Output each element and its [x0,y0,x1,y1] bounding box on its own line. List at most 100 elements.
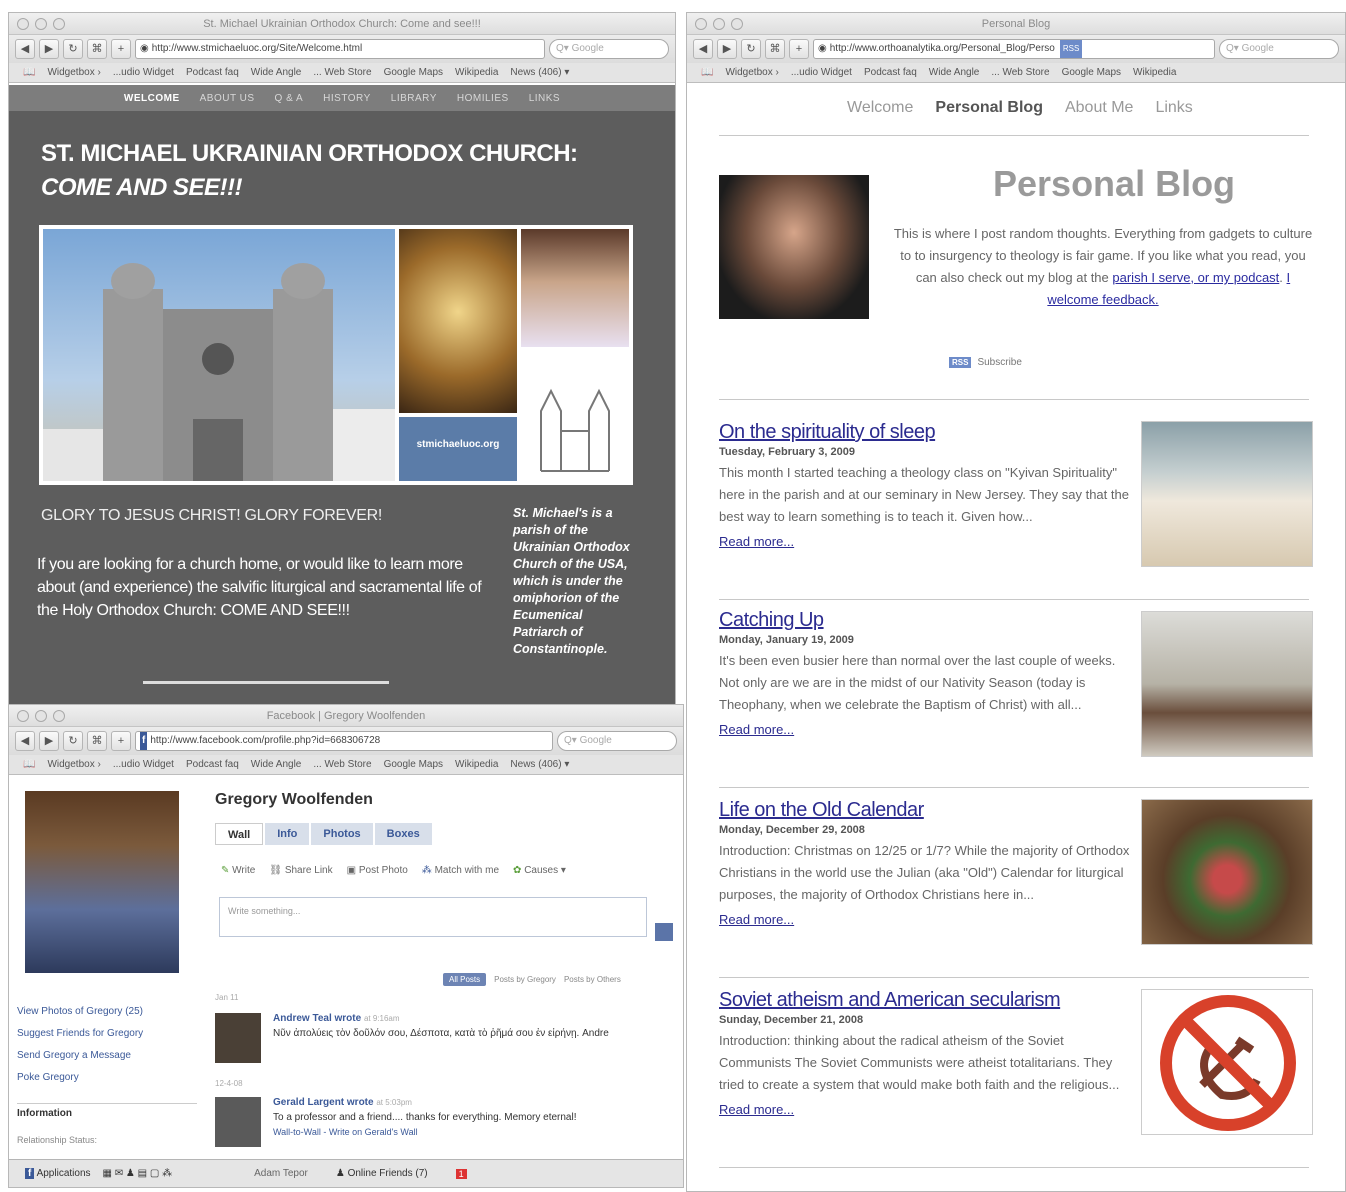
forward-button[interactable]: ▶ [39,39,59,59]
filter-posts-by-others[interactable]: Posts by Others [564,975,621,984]
back-button[interactable]: ◀ [15,731,35,751]
nav-welcome[interactable]: WELCOME [124,93,180,104]
poke-link[interactable]: Poke Gregory [17,1067,143,1089]
post-title-link[interactable]: On the spirituality of sleep [719,421,1131,444]
bookmark-item[interactable]: Wikipedia [455,67,498,78]
nav-links[interactable]: LINKS [529,93,560,104]
add-bookmark-button[interactable]: + [111,731,131,751]
nav-links[interactable]: Links [1155,99,1192,117]
snapback-button[interactable]: ⌘ [87,39,107,59]
snapback-button[interactable]: ⌘ [765,39,785,59]
close-button[interactable] [17,18,29,30]
bookmark-item[interactable]: ... Web Store [991,67,1049,78]
close-button[interactable] [17,710,29,722]
app-shortcut-icons[interactable]: ▦ ✉ ♟ ▤ ▢ ⁂ [103,1168,173,1179]
send-message-link[interactable]: Send Gregory a Message [17,1045,143,1067]
bookmark-item[interactable]: Widgetbox › [47,759,100,770]
write-something-input[interactable]: Write something... [219,897,647,937]
book-icon[interactable]: 📖 [701,67,713,78]
filter-posts-by-gregory[interactable]: Posts by Gregory [494,975,556,984]
suggest-friends-link[interactable]: Suggest Friends for Gregory [17,1023,143,1045]
nav-welcome[interactable]: Welcome [847,99,913,117]
minimize-button[interactable] [35,18,47,30]
bookmark-item[interactable]: ...udio Widget [113,759,174,770]
back-button[interactable]: ◀ [15,39,35,59]
post-title-link[interactable]: Soviet atheism and American secularism [719,989,1131,1012]
add-bookmark-button[interactable]: + [111,39,131,59]
search-field[interactable]: Q▾ Google [549,39,669,59]
match-action[interactable]: ⁂ Match with me [422,865,499,876]
minimize-button[interactable] [35,710,47,722]
advent-wreath-thumbnail[interactable] [1141,799,1313,945]
bookmark-item[interactable]: ...udio Widget [113,67,174,78]
causes-action[interactable]: ✿ Causes ▾ [513,865,566,876]
read-more-link[interactable]: Read more... [719,912,1131,927]
zoom-button[interactable] [731,18,743,30]
bed-thumbnail[interactable] [1141,421,1313,567]
notifications-icon[interactable]: 1 [455,1168,467,1179]
minimize-button[interactable] [713,18,725,30]
bookmark-item[interactable]: ... Web Store [313,759,371,770]
address-bar[interactable]: ◉ http://www.orthoanalytika.org/Personal_… [813,39,1215,59]
read-more-link[interactable]: Read more... [719,534,1131,549]
bookmark-item[interactable]: Podcast faq [864,67,917,78]
applications-menu[interactable]: f Applications [25,1168,91,1179]
bookmark-item[interactable]: ... Web Store [313,67,371,78]
subscribe-link[interactable]: RSS Subscribe [949,357,1022,368]
post-author[interactable]: Andrew Teal wrote at 9:16am [273,1013,609,1024]
no-communism-thumbnail[interactable] [1141,989,1313,1135]
parish-link[interactable]: parish I serve, or my podcast [1112,270,1279,285]
tab-info[interactable]: Info [265,823,310,845]
wall-to-wall-link[interactable]: Wall-to-Wall - Write on Gerald's Wall [273,1127,576,1137]
reload-button[interactable]: ↻ [63,731,83,751]
search-field[interactable]: Q▾ Google [1219,39,1339,59]
nav-about[interactable]: ABOUT US [200,93,255,104]
forward-button[interactable]: ▶ [39,731,59,751]
bookmark-item[interactable]: Wikipedia [455,759,498,770]
post-title-link[interactable]: Catching Up [719,609,1131,632]
post-title-link[interactable]: Life on the Old Calendar [719,799,1131,822]
bookmark-item[interactable]: News (406) ▾ [510,759,569,770]
avatar[interactable] [215,1013,261,1063]
window-controls[interactable] [17,18,65,30]
tab-boxes[interactable]: Boxes [374,823,432,845]
bookmark-item[interactable]: ...udio Widget [791,67,852,78]
back-button[interactable]: ◀ [693,39,713,59]
search-field[interactable]: Q▾ Google [557,731,677,751]
bookmark-item[interactable]: Wikipedia [1133,67,1176,78]
bookmark-item[interactable]: Google Maps [1062,67,1121,78]
address-bar[interactable]: f http://www.facebook.com/profile.php?id=… [135,731,553,751]
bookmark-item[interactable]: Wide Angle [251,759,302,770]
altar-thumbnail[interactable] [1141,611,1313,757]
profile-photo[interactable] [25,791,179,973]
view-photos-link[interactable]: View Photos of Gregory (25) [17,1001,143,1023]
nav-qa[interactable]: Q & A [275,93,304,104]
tab-wall[interactable]: Wall [215,823,264,845]
nav-library[interactable]: LIBRARY [391,93,437,104]
post-author[interactable]: Gerald Largent wrote at 5:03pm [273,1097,576,1108]
bookmark-item[interactable]: Widgetbox › [725,67,778,78]
filter-all-posts[interactable]: All Posts [443,973,487,986]
tab-photos[interactable]: Photos [311,823,373,845]
reload-button[interactable]: ↻ [63,39,83,59]
book-icon[interactable]: 📖 [23,759,35,770]
book-icon[interactable]: 📖 [23,67,35,78]
nav-homilies[interactable]: HOMILIES [457,93,509,104]
bookmark-item[interactable]: Google Maps [384,67,443,78]
share-link-action[interactable]: ⛓ Share Link [269,865,332,876]
forward-button[interactable]: ▶ [717,39,737,59]
zoom-button[interactable] [53,18,65,30]
write-action[interactable]: ✎ Write [221,865,255,876]
read-more-link[interactable]: Read more... [719,1102,1131,1117]
share-button[interactable] [655,923,673,941]
bookmark-item[interactable]: News (406) ▾ [510,67,569,78]
online-friends[interactable]: ♟ Online Friends (7) [336,1168,428,1179]
bookmark-item[interactable]: Wide Angle [251,67,302,78]
reload-button[interactable]: ↻ [741,39,761,59]
bookmark-item[interactable]: Podcast faq [186,759,239,770]
window-controls[interactable] [17,710,65,722]
bookmark-item[interactable]: Wide Angle [929,67,980,78]
window-controls[interactable] [695,18,743,30]
zoom-button[interactable] [53,710,65,722]
bookmark-item[interactable]: Podcast faq [186,67,239,78]
